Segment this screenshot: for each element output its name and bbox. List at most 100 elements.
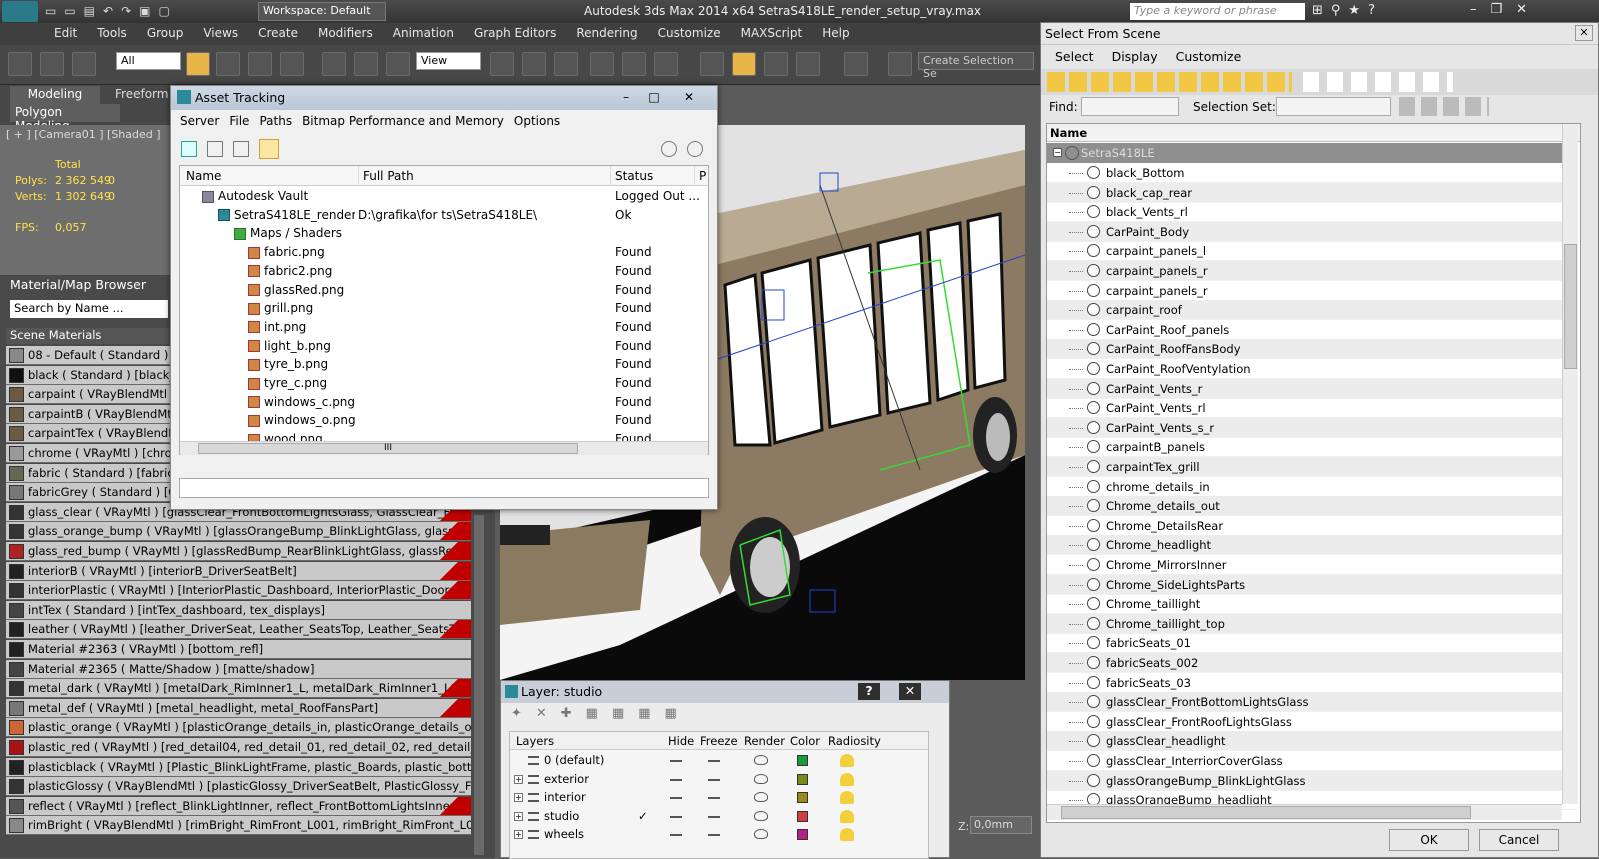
scene-object-row[interactable]: CarPaint_Vents_rl: [1047, 398, 1577, 419]
render-teapot-icon[interactable]: [754, 792, 768, 803]
move-icon[interactable]: [322, 52, 346, 76]
scene-object-row[interactable]: CarPaint_RoofVentylation: [1047, 359, 1577, 379]
menu-tools[interactable]: Tools: [87, 23, 137, 40]
asset-row[interactable]: tyre_b.png Found: [180, 355, 708, 374]
asset-row[interactable]: light_b.png Found: [180, 337, 708, 356]
scene-object-row[interactable]: CarPaint_Roof_panels: [1047, 320, 1577, 340]
mirror-icon[interactable]: [590, 52, 614, 76]
select-by-name-icon[interactable]: [216, 52, 240, 76]
render-teapot-icon[interactable]: [754, 829, 768, 840]
col-hide[interactable]: Hide: [668, 732, 694, 750]
asset-row[interactable]: glassRed.png Found: [180, 281, 708, 300]
scene-object-row[interactable]: glassClear_FrontBottomLightsGlass: [1047, 692, 1577, 713]
material-row[interactable]: intTex ( Standard ) [intTex_dashboard, t…: [6, 600, 471, 620]
list-view-icon[interactable]: [207, 141, 223, 157]
maximize-button[interactable]: □: [641, 89, 667, 106]
thumb-view-icon[interactable]: [233, 141, 249, 157]
expand-icon[interactable]: +: [514, 830, 523, 840]
asset-row[interactable]: SetraS418LE_render_...D:\grafika\for ts\…: [180, 206, 708, 225]
scene-object-row[interactable]: glassClear_headlight: [1047, 731, 1577, 752]
material-row[interactable]: metal_def ( VRayMtl ) [metal_headlight, …: [6, 698, 471, 718]
refresh-icon[interactable]: [181, 141, 197, 157]
scene-object-row[interactable]: carpaint_panels_l: [1047, 241, 1577, 262]
expand-icon[interactable]: +: [514, 811, 523, 821]
menu-modifiers[interactable]: Modifiers: [308, 23, 383, 40]
menu-create[interactable]: Create: [248, 23, 308, 40]
radiosity-icon[interactable]: [840, 772, 854, 786]
layer-color-swatch[interactable]: [797, 829, 808, 841]
menu-file[interactable]: File: [224, 110, 254, 128]
render-teapot-icon[interactable]: [754, 810, 768, 821]
scroll-thumb[interactable]: [1564, 244, 1577, 369]
minimize-button[interactable]: –: [613, 89, 639, 106]
tab-freeform[interactable]: Freeform: [105, 86, 170, 104]
angle-snap-icon[interactable]: [732, 52, 756, 76]
percent-snap-icon[interactable]: [764, 52, 788, 76]
close-button[interactable]: ✕: [899, 683, 921, 700]
layer-color-swatch[interactable]: [797, 810, 808, 822]
vault-icon[interactable]: [661, 141, 677, 157]
align-icon[interactable]: [622, 52, 646, 76]
menu-bitmap-performance[interactable]: Bitmap Performance and Memory: [297, 110, 509, 128]
material-row[interactable]: plasticblack ( VRayMtl ) [Plastic_BlinkL…: [6, 757, 471, 777]
quick-access-icons[interactable]: ▭▭▤↶↷▣▢: [45, 4, 255, 19]
scene-object-row[interactable]: CarPaint_RoofFansBody: [1047, 339, 1577, 360]
hide-toggle[interactable]: [670, 760, 682, 762]
freeze-toggle[interactable]: [708, 815, 720, 818]
scene-object-row[interactable]: Chrome_headlight: [1047, 535, 1577, 556]
scene-object-row[interactable]: carpaint_panels_r: [1047, 261, 1577, 281]
menu-paths[interactable]: Paths: [254, 110, 297, 128]
radiosity-icon[interactable]: [840, 828, 854, 842]
material-row[interactable]: leather ( VRayMtl ) [leather_DriverSeat,…: [6, 620, 471, 640]
scene-object-row[interactable]: black_cap_rear: [1047, 182, 1577, 203]
layer-row[interactable]: + wheels: [510, 825, 930, 844]
menu-customize[interactable]: Customize: [648, 23, 731, 40]
workspace-dropdown[interactable]: Workspace: Default: [258, 2, 386, 21]
expand-icon[interactable]: +: [514, 793, 523, 803]
freeze-toggle[interactable]: [708, 797, 720, 800]
spinner-snap-icon[interactable]: [796, 52, 820, 76]
help-icon[interactable]: [687, 141, 703, 157]
col-name[interactable]: Name: [1050, 126, 1087, 140]
scene-object-row[interactable]: glassClear_FrontRoofLightsGlass: [1047, 712, 1577, 732]
scene-object-row[interactable]: Chrome_DetailsRear: [1047, 516, 1577, 536]
close-button[interactable]: ✕: [1575, 25, 1593, 41]
asset-row[interactable]: Maps / Shaders: [180, 224, 708, 243]
hide-toggle[interactable]: [670, 834, 682, 837]
layer-row[interactable]: + studio ✓: [510, 807, 930, 826]
snap-toggle-icon[interactable]: [700, 52, 724, 76]
table-view-icon[interactable]: [259, 139, 279, 159]
menu-display[interactable]: Display: [1102, 45, 1166, 64]
asset-row[interactable]: grill.png Found: [180, 299, 708, 318]
current-layer-check[interactable]: ✓: [638, 807, 649, 826]
expand-icon[interactable]: +: [514, 774, 523, 784]
help-button[interactable]: ?: [858, 683, 880, 700]
scene-object-row[interactable]: carpaint_panels_r: [1047, 281, 1577, 301]
select-manipulate-icon[interactable]: [522, 52, 546, 76]
menu-server[interactable]: Server: [175, 110, 224, 128]
select-object-icon[interactable]: [186, 52, 210, 76]
scene-object-row[interactable]: black_Bottom: [1047, 163, 1577, 183]
scene-object-row[interactable]: fabricSeats_01: [1047, 633, 1577, 654]
hide-toggle[interactable]: [670, 815, 682, 818]
layer-row[interactable]: + interior: [510, 788, 930, 807]
filter-icons[interactable]: [1047, 72, 1292, 92]
asset-row[interactable]: Autodesk Vault Logged Out ...: [180, 187, 708, 206]
cancel-button[interactable]: Cancel: [1479, 829, 1559, 851]
material-row[interactable]: reflect ( VRayMtl ) [reflect_BlinkLightI…: [6, 796, 471, 816]
freeze-toggle[interactable]: [708, 760, 720, 762]
asset-row[interactable]: int.png Found: [180, 318, 708, 337]
scene-object-row[interactable]: fabricSeats_03: [1047, 673, 1577, 693]
menu-edit[interactable]: Edit: [44, 23, 87, 40]
scrollbar[interactable]: [474, 515, 484, 855]
menu-customize[interactable]: Customize: [1166, 45, 1250, 64]
col-full-path[interactable]: Full Path: [358, 166, 414, 186]
scene-object-row[interactable]: Chrome_MirrorsInner: [1047, 555, 1577, 575]
scene-object-row[interactable]: black_Vents_rl: [1047, 202, 1577, 223]
col-p[interactable]: P: [694, 166, 706, 186]
material-row[interactable]: glass_red_bump ( VRayMtl ) [glassRedBump…: [6, 542, 471, 561]
asset-row[interactable]: windows_c.png Found: [180, 393, 708, 412]
radiosity-icon[interactable]: [840, 754, 854, 767]
coord-z-input[interactable]: 0,0mm: [970, 816, 1032, 834]
set-action-icons[interactable]: [1399, 97, 1489, 116]
